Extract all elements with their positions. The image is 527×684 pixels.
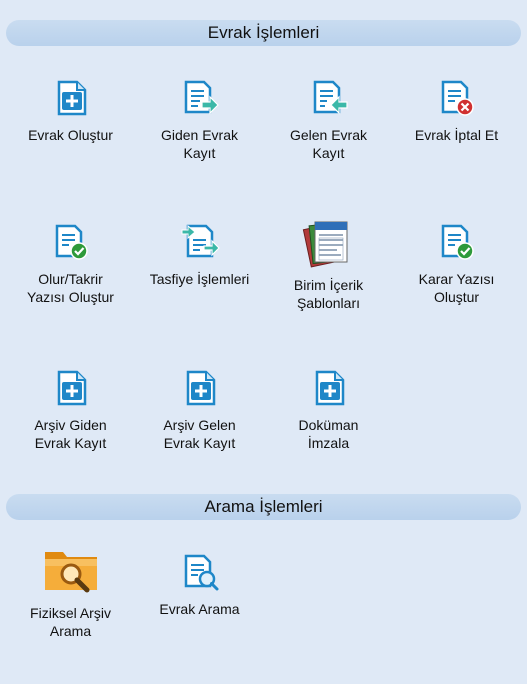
document-add-icon	[186, 370, 215, 406]
templates-stack-icon	[302, 221, 347, 268]
tile-olur-takrir[interactable]: Olur/Takrir Yazısı Oluştur	[8, 222, 133, 306]
tile-evrak-arama[interactable]: Evrak Arama	[137, 552, 262, 618]
tile-dokuman-imzala[interactable]: Doküman İmzala	[266, 368, 391, 452]
document-search-icon	[184, 554, 218, 591]
document-outgoing-icon	[184, 80, 219, 115]
tile-label: Evrak İptal Et	[414, 127, 499, 143]
tile-label: Olur/Takrir Yazısı Oluştur	[27, 271, 114, 305]
tile-birim-icerik-sablonlari[interactable]: Birim İçerik Şablonları	[266, 216, 391, 312]
section-header-arama: Arama İşlemleri	[6, 494, 521, 520]
tile-label: Birim İçerik Şablonları	[293, 277, 364, 311]
tile-tasfiye-islemleri[interactable]: Tasfiye İşlemleri	[137, 222, 262, 288]
tile-label: Fiziksel Arşiv Arama	[30, 605, 111, 639]
document-add-icon	[315, 370, 344, 406]
tile-label: Karar Yazısı Oluştur	[418, 271, 495, 305]
tile-label: Arşiv Gelen Evrak Kayıt	[163, 417, 236, 451]
document-approve-icon	[441, 224, 474, 260]
tile-arsiv-giden-evrak-kayit[interactable]: Arşiv Giden Evrak Kayıt	[8, 368, 133, 452]
document-liquidation-icon	[181, 224, 220, 258]
tile-evrak-iptal-et[interactable]: Evrak İptal Et	[394, 78, 519, 144]
document-incoming-icon	[313, 80, 348, 115]
tile-label: Evrak Oluştur	[28, 127, 113, 143]
document-add-icon	[57, 370, 86, 406]
tile-gelen-evrak-kayit[interactable]: Gelen Evrak Kayıt	[266, 78, 391, 162]
tile-label: Tasfiye İşlemleri	[149, 271, 250, 287]
document-cancel-icon	[441, 80, 474, 116]
document-approve-icon	[55, 224, 88, 260]
tile-fiziksel-arsiv-arama[interactable]: Fiziksel Arşiv Arama	[8, 544, 133, 640]
tile-arsiv-gelen-evrak-kayit[interactable]: Arşiv Gelen Evrak Kayıt	[137, 368, 262, 452]
tile-label: Giden Evrak Kayıt	[160, 127, 239, 161]
section-header-evrak: Evrak İşlemleri	[6, 20, 521, 46]
section-title-arama: Arama İşlemleri	[204, 497, 323, 516]
tile-label: Arşiv Giden Evrak Kayıt	[34, 417, 107, 451]
tile-evrak-olustur[interactable]: Evrak Oluştur	[8, 78, 133, 144]
folder-search-icon	[44, 552, 97, 593]
tile-label: Doküman İmzala	[298, 417, 359, 451]
section-title-evrak: Evrak İşlemleri	[207, 23, 320, 42]
document-add-icon	[57, 80, 86, 116]
tile-label: Gelen Evrak Kayıt	[289, 127, 368, 161]
tile-label: Evrak Arama	[159, 601, 240, 617]
tile-giden-evrak-kayit[interactable]: Giden Evrak Kayıt	[137, 78, 262, 162]
tile-karar-yazisi-olustur[interactable]: Karar Yazısı Oluştur	[394, 222, 519, 306]
